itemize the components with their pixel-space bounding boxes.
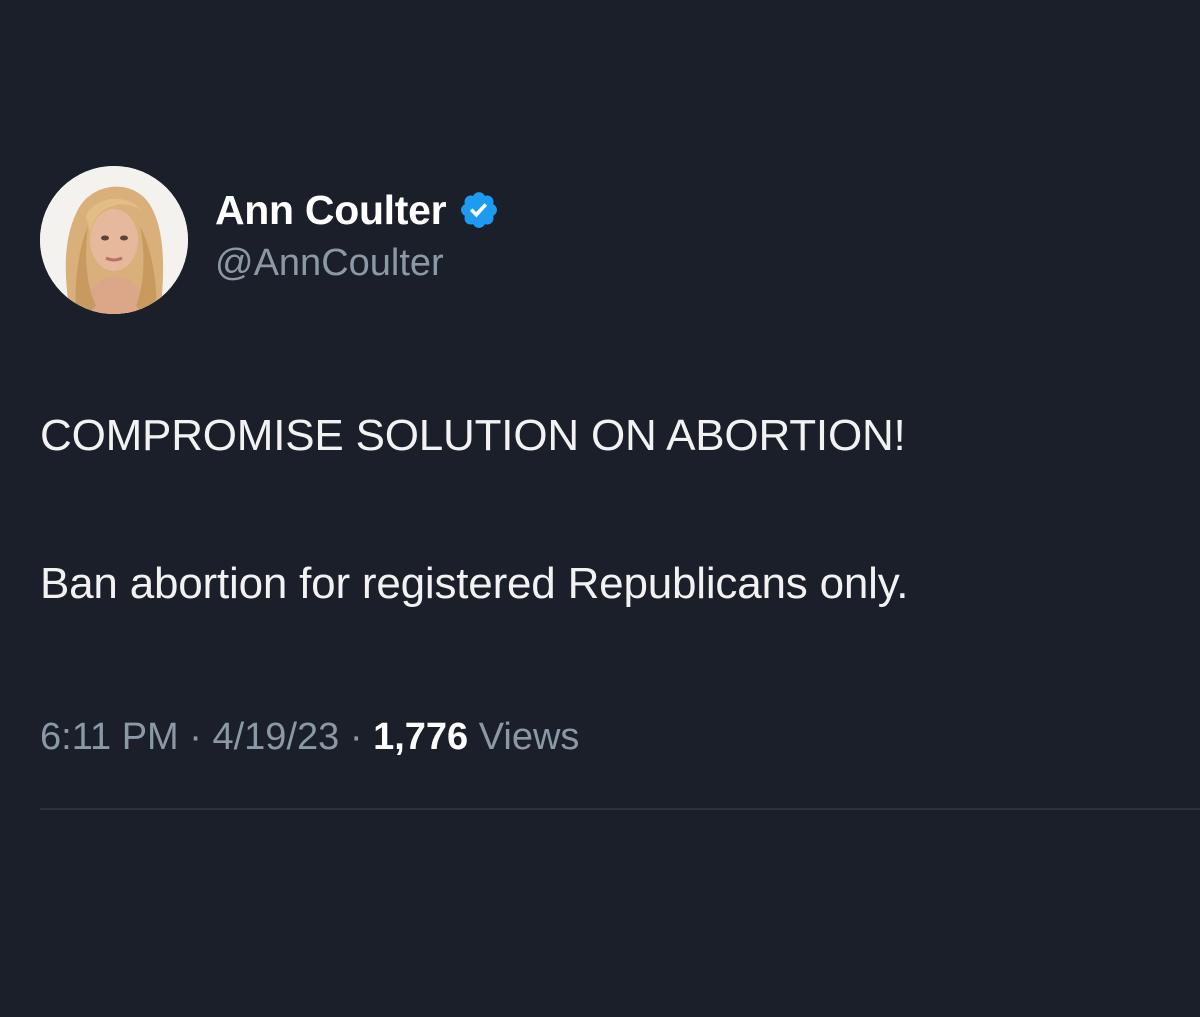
avatar[interactable] bbox=[40, 166, 188, 314]
tweet-meta: 6:11 PM · 4/19/23 · 1,776 Views bbox=[40, 716, 579, 759]
tweet-card: Ann Coulter @AnnCoulter COMPROMISE SOLUT… bbox=[0, 0, 1200, 1017]
separator: · bbox=[189, 716, 202, 758]
handle[interactable]: @AnnCoulter bbox=[215, 242, 500, 285]
timestamp-date[interactable]: 4/19/23 bbox=[212, 716, 339, 758]
name-row: Ann Coulter bbox=[215, 184, 500, 236]
author-block: Ann Coulter @AnnCoulter bbox=[215, 184, 500, 285]
tweet-line: COMPROMISE SOLUTION ON ABORTION! bbox=[40, 411, 906, 460]
display-name[interactable]: Ann Coulter bbox=[215, 187, 447, 234]
views-label: Views bbox=[478, 716, 580, 758]
views-count: 1,776 bbox=[373, 716, 469, 758]
separator: · bbox=[349, 716, 363, 758]
divider bbox=[40, 808, 1200, 810]
verified-badge-icon bbox=[458, 189, 500, 231]
tweet-text: COMPROMISE SOLUTION ON ABORTION! Ban abo… bbox=[40, 408, 1190, 612]
avatar-photo bbox=[40, 166, 188, 314]
timestamp-time[interactable]: 6:11 PM bbox=[40, 716, 179, 758]
tweet-line: Ban abortion for registered Republicans … bbox=[40, 559, 909, 608]
